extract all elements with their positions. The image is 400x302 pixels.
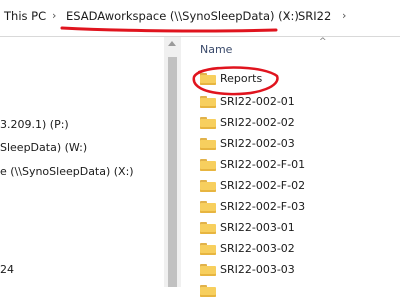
nav-item-drive-p[interactable]: 3.209.1) (P:) bbox=[0, 118, 69, 131]
folder-name: SRI22-003-03 bbox=[220, 263, 295, 276]
folder-icon bbox=[200, 201, 216, 213]
nav-item-drive-w[interactable]: SleepData) (W:) bbox=[0, 141, 87, 154]
breadcrumb-separator-icon[interactable]: › bbox=[342, 9, 346, 22]
breadcrumb-drive[interactable]: ESADAworkspace (\\SynoSleepData) (X:) bbox=[66, 9, 299, 23]
folder-name: SRI22-003-02 bbox=[220, 242, 295, 255]
breadcrumb-sri22[interactable]: SRI22 bbox=[298, 9, 331, 23]
folder-row[interactable]: SRI22-003-03 bbox=[196, 261, 396, 281]
folder-row-partial[interactable] bbox=[196, 282, 396, 302]
breadcrumb-separator-icon[interactable]: › bbox=[52, 9, 56, 22]
address-bar[interactable]: This PC › ESADAworkspace (\\SynoSleepDat… bbox=[0, 0, 400, 37]
folder-icon bbox=[200, 138, 216, 150]
folder-row[interactable]: SRI22-002-02 bbox=[196, 114, 396, 134]
folder-icon bbox=[200, 180, 216, 192]
folder-name: SRI22-002-F-02 bbox=[220, 179, 306, 192]
folder-icon bbox=[200, 243, 216, 255]
navigation-pane: 3.209.1) (P:) SleepData) (W:) e (\\SynoS… bbox=[0, 37, 160, 287]
folder-name: SRI22-002-F-03 bbox=[220, 200, 306, 213]
folder-name: SRI22-002-F-01 bbox=[220, 158, 306, 171]
folder-row[interactable]: SRI22-002-F-03 bbox=[196, 198, 396, 218]
column-header-name[interactable]: Name bbox=[200, 43, 232, 56]
nav-item-drive-x[interactable]: e (\\SynoSleepData) (X:) bbox=[0, 165, 134, 178]
folder-row[interactable]: SRI22-003-01 bbox=[196, 219, 396, 239]
folder-icon bbox=[200, 222, 216, 234]
folder-row[interactable]: SRI22-002-F-01 bbox=[196, 156, 396, 176]
folder-row[interactable]: SRI22-002-03 bbox=[196, 135, 396, 155]
breadcrumb-separator-icon[interactable]: › bbox=[285, 9, 289, 22]
red-circle-annotation bbox=[192, 66, 279, 96]
folder-icon bbox=[200, 117, 216, 129]
sort-caret-icon: ^ bbox=[319, 37, 327, 47]
folder-row[interactable]: SRI22-003-02 bbox=[196, 240, 396, 260]
folder-name: SRI22-002-02 bbox=[220, 116, 295, 129]
scrollbar-thumb[interactable] bbox=[168, 57, 177, 287]
folder-icon bbox=[200, 159, 216, 171]
folder-icon bbox=[200, 96, 216, 108]
red-underline-annotation bbox=[60, 26, 278, 33]
scroll-up-arrow-icon[interactable] bbox=[168, 41, 176, 46]
nav-item-24[interactable]: 24 bbox=[0, 263, 14, 276]
folder-icon bbox=[200, 264, 216, 276]
folder-name: SRI22-002-03 bbox=[220, 137, 295, 150]
breadcrumb-this-pc[interactable]: This PC bbox=[4, 9, 46, 23]
folder-name: SRI22-003-01 bbox=[220, 221, 295, 234]
folder-row[interactable]: SRI22-002-F-02 bbox=[196, 177, 396, 197]
nav-scrollbar[interactable] bbox=[164, 37, 181, 287]
